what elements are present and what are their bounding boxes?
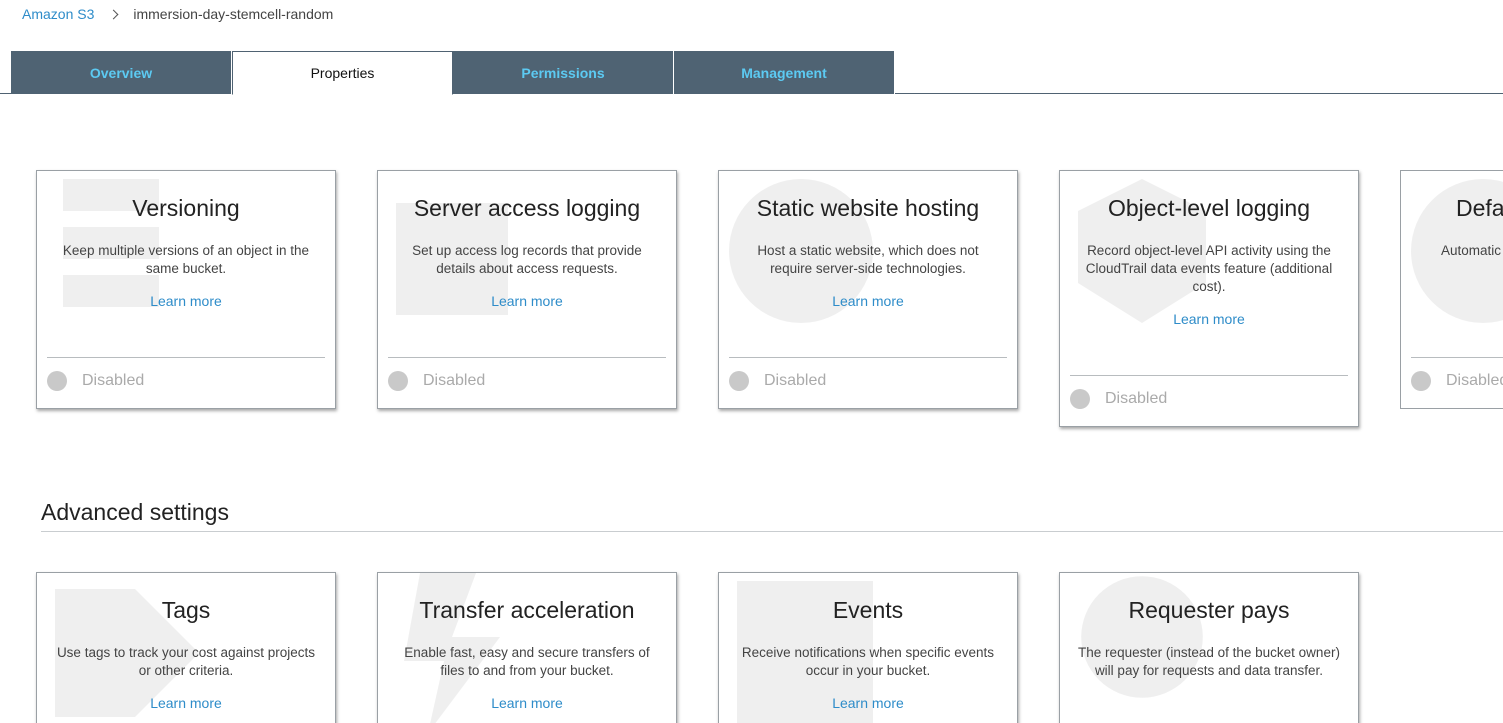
card-description: Set up access log records that provide d… <box>412 243 642 276</box>
status-dot-icon <box>729 371 749 391</box>
card-title: Tags <box>161 597 211 623</box>
learn-more-link[interactable]: Learn more <box>37 695 335 711</box>
tab-permissions[interactable]: Permissions <box>453 51 674 94</box>
card-divider <box>1070 375 1348 376</box>
tab-management[interactable]: Management <box>674 51 895 94</box>
status-dot-icon <box>388 371 408 391</box>
breadcrumb-bucket-name: immersion-day-stemcell-random <box>133 6 334 22</box>
requester-pays-card[interactable]: Requester pays The requester (instead of… <box>1059 572 1359 723</box>
card-description: Keep multiple versions of an object in t… <box>62 243 310 276</box>
breadcrumb-amazon-s3-link[interactable]: Amazon S3 <box>22 6 94 22</box>
card-divider <box>47 357 325 358</box>
card-divider <box>1411 357 1503 358</box>
learn-more-link[interactable]: Learn more <box>719 293 1017 309</box>
advanced-settings-heading: Advanced settings <box>41 499 229 525</box>
status-dot-icon <box>47 371 67 391</box>
card-description: Host a static website, which does not re… <box>757 243 979 276</box>
card-divider <box>729 357 1007 358</box>
transfer-acceleration-card[interactable]: Transfer acceleration Enable fast, easy … <box>377 572 677 723</box>
card-title: Requester pays <box>1128 597 1290 623</box>
learn-more-link[interactable]: Learn more <box>378 293 676 309</box>
tags-card[interactable]: Tags Use tags to track your cost against… <box>36 572 336 723</box>
card-title: Events <box>832 597 904 623</box>
card-status: Disabled <box>1411 371 1503 391</box>
learn-more-link[interactable]: Learn more <box>378 695 676 711</box>
server-access-logging-card[interactable]: Server access logging Set up access log … <box>377 170 677 409</box>
card-status: Disabled <box>388 371 485 391</box>
tab-properties[interactable]: Properties <box>232 51 453 95</box>
learn-more-link[interactable]: Learn more <box>719 695 1017 711</box>
chevron-right-icon <box>108 9 119 19</box>
static-website-hosting-card[interactable]: Static website hosting Host a static web… <box>718 170 1018 409</box>
section-divider <box>41 531 1503 532</box>
card-title: Versioning <box>132 195 240 221</box>
tab-bar: Overview Properties Permissions Manageme… <box>11 51 895 95</box>
versioning-card[interactable]: Versioning Keep multiple versions of an … <box>36 170 336 409</box>
breadcrumb: Amazon S3 immersion-day-stemcell-random <box>22 6 333 22</box>
card-description: Automatic sto <box>1441 243 1503 258</box>
status-label: Disabled <box>82 372 145 389</box>
card-status: Disabled <box>1070 389 1167 409</box>
status-label: Disabled <box>764 372 827 389</box>
events-card[interactable]: Events Receive notifications when specif… <box>718 572 1018 723</box>
card-title: Object-level logging <box>1107 195 1310 221</box>
status-dot-icon <box>1070 389 1090 409</box>
card-title: Defa <box>1456 195 1503 221</box>
object-level-logging-card[interactable]: Object-level logging Record object-level… <box>1059 170 1359 427</box>
card-description: Use tags to track your cost against proj… <box>56 645 316 678</box>
status-label: Disabled <box>1446 372 1503 389</box>
status-dot-icon <box>1411 371 1431 391</box>
card-description: Receive notifications when specific even… <box>741 645 995 678</box>
card-description: Enable fast, easy and secure transfers o… <box>404 645 650 678</box>
card-divider <box>388 357 666 358</box>
card-description: The requester (instead of the bucket own… <box>1078 645 1340 678</box>
card-title: Transfer acceleration <box>419 597 635 623</box>
card-description: Record object-level API activity using t… <box>1085 243 1333 294</box>
card-title: Static website hosting <box>756 195 980 221</box>
default-encryption-card[interactable]: Defa Automatic sto Disabled <box>1400 170 1503 409</box>
learn-more-link[interactable]: Learn more <box>1060 311 1358 327</box>
card-title: Server access logging <box>413 195 641 221</box>
card-status: Disabled <box>729 371 826 391</box>
status-label: Disabled <box>1105 390 1168 407</box>
tab-overview[interactable]: Overview <box>11 51 232 94</box>
learn-more-link[interactable]: Learn more <box>37 293 335 309</box>
status-label: Disabled <box>423 372 486 389</box>
card-status: Disabled <box>47 371 144 391</box>
